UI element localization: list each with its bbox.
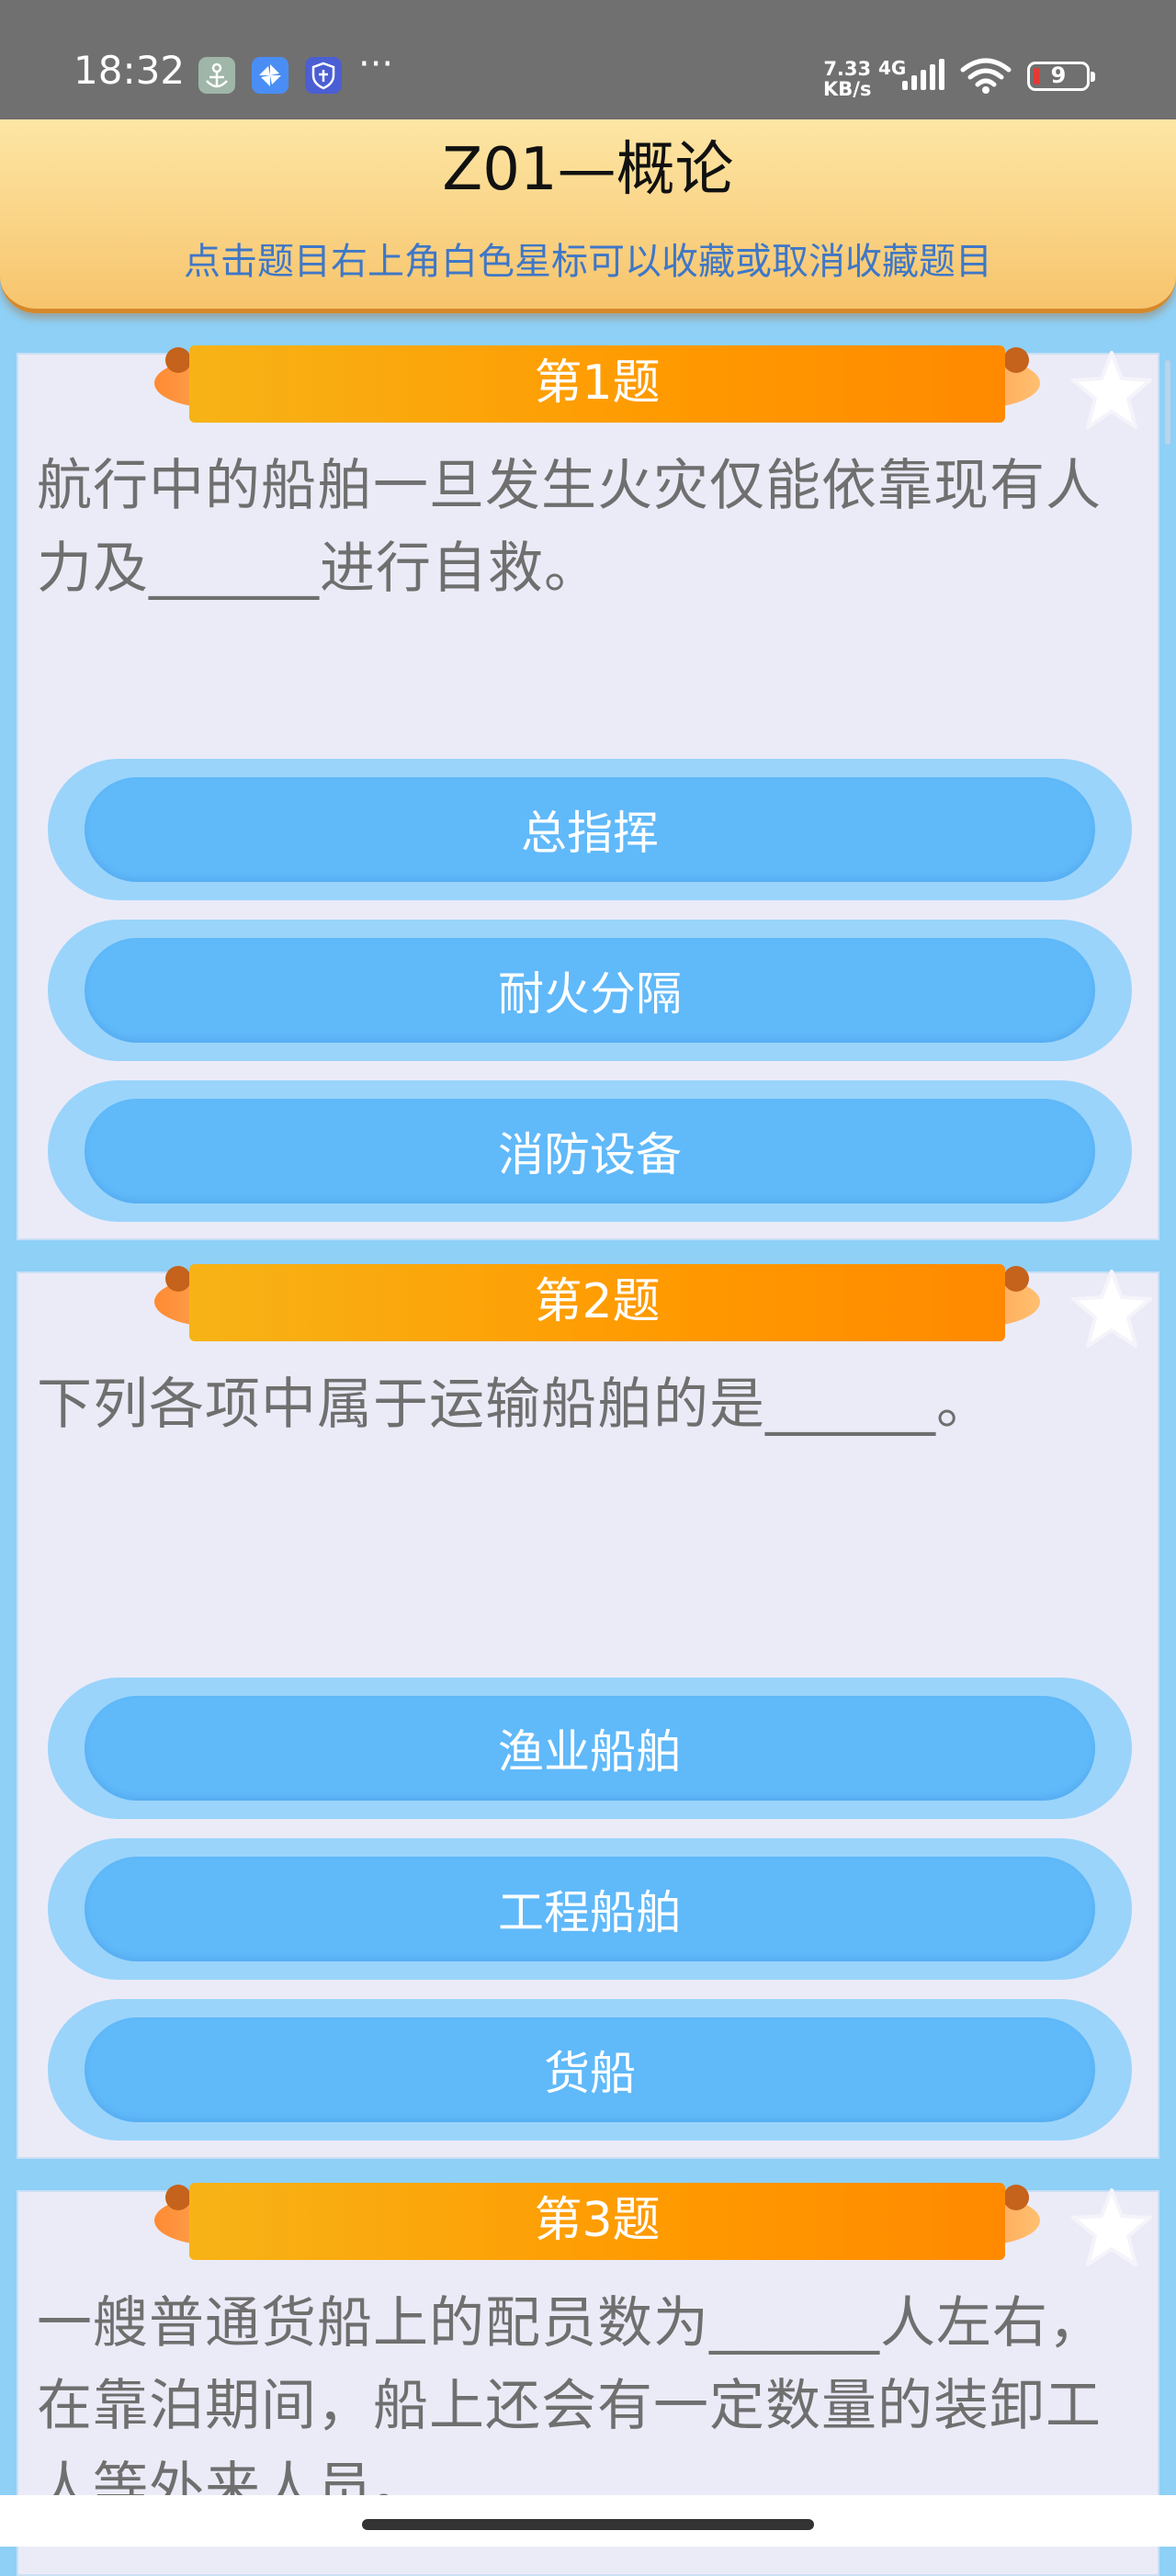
fan-app-icon [252, 57, 288, 94]
favorite-star-icon[interactable] [1066, 2183, 1158, 2275]
answer-option-label: 总指挥 [521, 807, 659, 860]
question-text: 一艘普通货船上的配员数为______人左右，在靠泊期间，船上还会有一定数量的装卸… [37, 2291, 1104, 2521]
favorite-star-icon[interactable] [1066, 1264, 1158, 1356]
question-number: 第2题 [534, 1274, 661, 1329]
answer-option-label: 工程船舶 [498, 1886, 682, 1939]
page-title: Z01—概论 [442, 136, 734, 204]
anchor-app-icon [198, 57, 235, 94]
favorite-star-icon[interactable] [1066, 345, 1158, 437]
answer-option-label: 消防设备 [498, 1128, 682, 1181]
answer-option-label: 渔业船舶 [498, 1725, 682, 1779]
net-speed-unit: KB/s [823, 78, 872, 100]
status-bar: 18:32 ··· 7.33 KB/s 4G 9 [0, 0, 1176, 119]
more-notifications-icon: ··· [358, 43, 394, 85]
scrollbar-thumb[interactable] [1165, 360, 1170, 445]
answer-option-label: 耐火分隔 [498, 967, 682, 1021]
answer-option[interactable]: 工程船舶 [48, 1838, 1132, 1980]
battery-level: 9 [1050, 62, 1067, 88]
answer-option[interactable]: 耐火分隔 [48, 920, 1132, 1061]
status-time: 18:32 [74, 48, 186, 93]
net-speed-value: 7.33 [823, 58, 872, 80]
signal-icon [902, 59, 944, 90]
question-card-2: 第2题 下列各项中属于运输船舶的是______。 渔业船舶 工程船舶 货船 [17, 1264, 1159, 2159]
answer-option[interactable]: 消防设备 [48, 1080, 1132, 1222]
question-number-banner: 第3题 [154, 2183, 1040, 2264]
wifi-icon [960, 58, 1012, 94]
net-speed: 7.33 KB/s [823, 59, 871, 99]
question-number: 第3题 [534, 2193, 661, 2248]
answer-option[interactable]: 货船 [48, 1999, 1132, 2141]
question-card-1: 第1题 航行中的船舶一旦发生火灾仅能依靠现有人力及______进行自救。 总指挥… [17, 345, 1159, 1240]
question-text: 航行中的船舶一旦发生火灾仅能依靠现有人力及______进行自救。 [37, 454, 1102, 601]
question-number: 第1题 [534, 356, 661, 411]
question-text: 下列各项中属于运输船舶的是______。 [37, 1373, 992, 1437]
battery-tip [1091, 72, 1095, 82]
question-number-banner: 第1题 [154, 345, 1040, 426]
home-indicator[interactable] [362, 2519, 814, 2530]
shield-app-icon [305, 57, 342, 94]
answer-option[interactable]: 渔业船舶 [48, 1678, 1132, 1819]
answer-option-label: 货船 [544, 2047, 636, 2100]
favorite-hint: 点击题目右上角白色星标可以收藏或取消收藏题目 [184, 241, 992, 283]
question-number-banner: 第2题 [154, 1264, 1040, 1345]
quiz-header: Z01—概论 点击题目右上角白色星标可以收藏或取消收藏题目 [0, 119, 1176, 313]
battery-icon: 9 [1027, 62, 1095, 91]
answer-option[interactable]: 总指挥 [48, 759, 1132, 900]
